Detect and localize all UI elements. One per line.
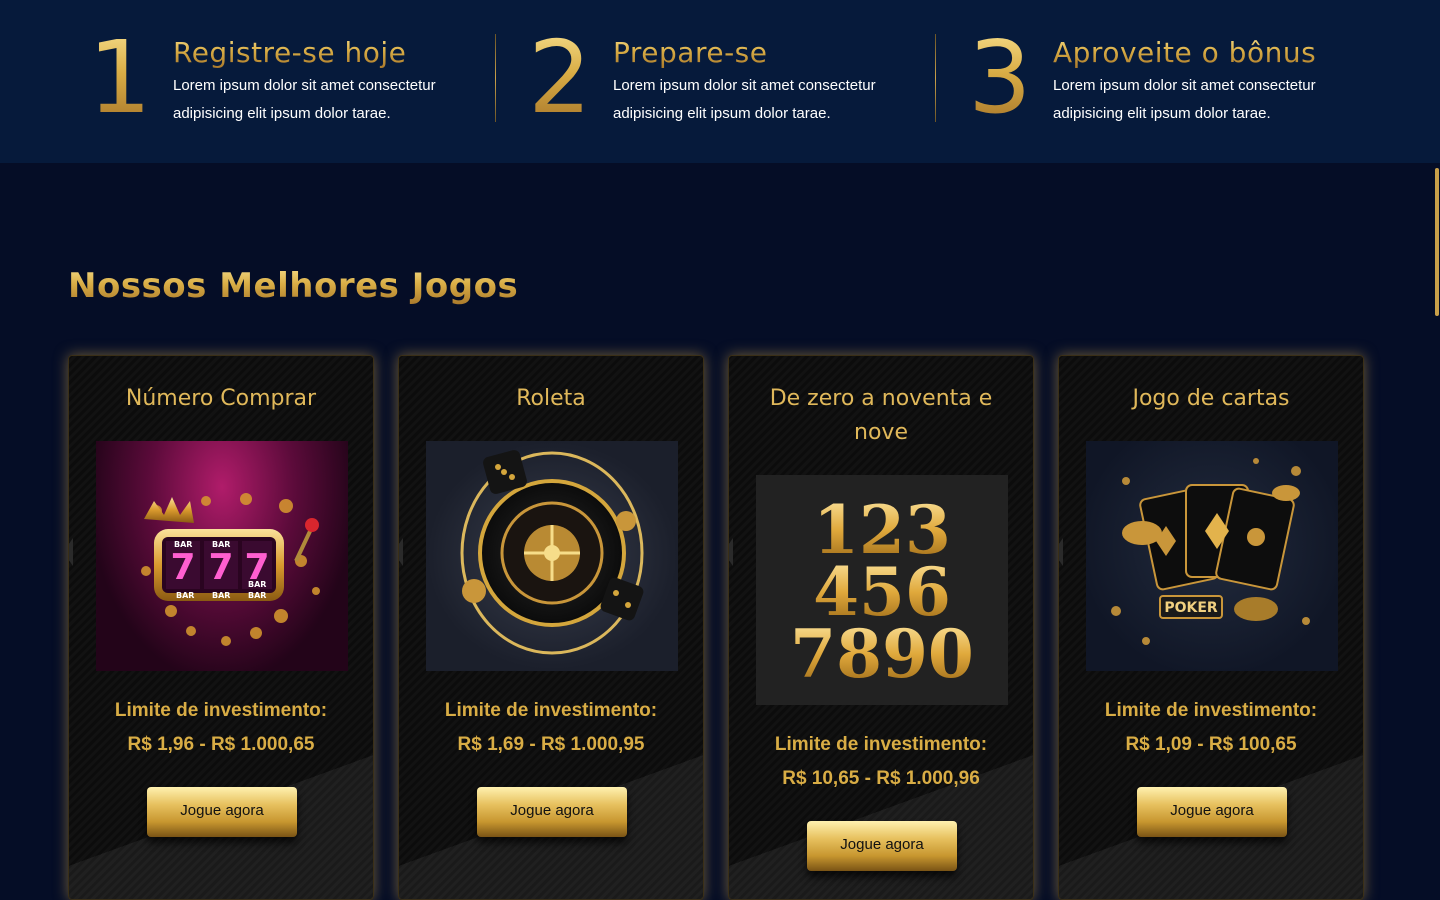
investment-range: R$ 1,96 - R$ 1.000,65 [127,734,315,755]
game-card-zero-noventa-nove: De zero a noventa e nove 123 456 7890 Li… [728,355,1034,900]
step-number: 1 [88,19,152,136]
limit-label: Limite de investimento: [1104,700,1318,721]
game-card-title: Jogo de cartas [1132,386,1290,411]
slot-bar-label: BAR [176,591,194,600]
slot-reel-symbol: 7 [208,547,233,588]
step-number: 2 [528,19,592,136]
play-now-button[interactable]: Jogue agora [147,787,297,837]
carousel-arrow-icon [69,538,73,566]
game-card-title: Número Comprar [125,386,317,411]
limit-label: Limite de investimento: [774,734,988,755]
section-title: Nossos Melhores Jogos [68,266,519,306]
step-title: Aproveite o bônus [1053,36,1317,69]
play-now-button[interactable]: Jogue agora [807,821,957,871]
slot-bar-label: BAR [248,580,266,589]
game-card-roleta: Roleta Limite de investimento: R$ 1,69 -… [398,355,704,900]
step-title: Registre-se hoje [173,36,407,69]
slot-bar-label: BAR [212,591,230,600]
game-card-numero-comprar: Número Comprar 7 7 7 BAR BAR BAR BAR BAR… [68,355,374,900]
step-text: Lorem ipsum dolor sit amet consectetur a… [613,77,876,122]
play-now-button[interactable]: Jogue agora [1137,787,1287,837]
page-scrollbar[interactable] [1435,168,1439,316]
step-title: Prepare-se [613,36,768,69]
step-3: 3 Aproveite o bônus Lorem ipsum dolor si… [968,28,1368,128]
limit-label: Limite de investimento: [444,700,658,721]
investment-range: R$ 10,65 - R$ 1.000,96 [782,768,980,789]
slot-bar-label: BAR [248,591,266,600]
step-text: Lorem ipsum dolor sit amet consectetur a… [173,77,436,122]
investment-range: R$ 1,69 - R$ 1.000,95 [457,734,645,755]
slot-bar-label: BAR [174,540,192,549]
slot-reel-symbol: 7 [170,547,195,588]
play-now-button[interactable]: Jogue agora [477,787,627,837]
carousel-arrow-icon [729,538,733,566]
step-1: 1 Registre-se hoje Lorem ipsum dolor sit… [88,28,468,128]
poker-caption: POKER [1164,600,1218,616]
roulette-wheel-image [426,441,678,671]
steps-band: 1 Registre-se hoje Lorem ipsum dolor sit… [0,0,1440,163]
limit-label: Limite de investimento: [114,700,328,721]
investment-range: R$ 1,09 - R$ 100,65 [1125,734,1297,755]
slot-bar-label: BAR [212,540,230,549]
poker-cards-image: POKER [1086,441,1338,671]
step-divider [495,34,496,122]
game-card-title: Roleta [516,386,586,411]
gold-numbers-image: 123 456 7890 [756,475,1008,705]
slot-machine-image: 7 7 7 BAR BAR BAR BAR BAR BAR [96,441,348,671]
carousel-arrow-icon [399,538,403,566]
step-2: 2 Prepare-se Lorem ipsum dolor sit amet … [528,28,908,128]
carousel-arrow-icon [1059,538,1063,566]
step-divider [935,34,936,122]
step-text: Lorem ipsum dolor sit amet consectetur a… [1053,77,1316,122]
game-card-jogo-de-cartas: Jogo de cartas POKER Limite de investime… [1058,355,1364,900]
step-number: 3 [968,19,1032,136]
numbers-line: 7890 [756,621,1008,687]
game-card-title: De zero a noventa e nove [769,386,993,445]
